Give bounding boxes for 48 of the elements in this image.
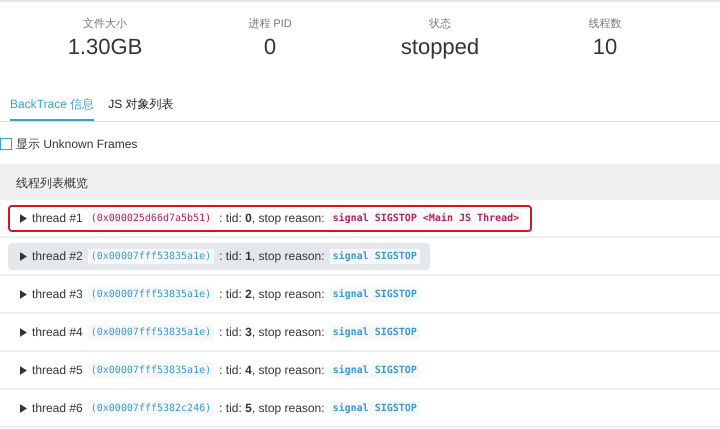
section-header: 线程列表概览 bbox=[0, 164, 720, 200]
thread-detail: : tid: 0, stop reason: bbox=[219, 211, 325, 225]
stat-value: stopped bbox=[400, 34, 480, 60]
expand-triangle-icon[interactable] bbox=[20, 214, 27, 222]
thread-item[interactable]: thread #5 (0x00007fff53835a1e) : tid: 4, stop reason: signal SIGSTOP bbox=[8, 356, 430, 384]
stat-value: 0 bbox=[264, 34, 276, 60]
thread-item[interactable]: thread #1 (0x000025d66d7a5b51) : tid: 0, stop reason: signal SIGSTOP <Main JS Thread> bbox=[8, 204, 532, 232]
stat-label: 线程数 bbox=[588, 17, 622, 31]
thread-name: thread #3 bbox=[32, 287, 83, 301]
thread-detail: : tid: 5, stop reason: bbox=[219, 401, 325, 415]
stat-value: 10 bbox=[592, 34, 618, 60]
thread-name: thread #4 bbox=[32, 325, 83, 339]
stop-reason: signal SIGSTOP bbox=[330, 248, 420, 264]
thread-address: (0x000025d66d7a5b51) bbox=[88, 210, 214, 226]
thread-detail: : tid: 1, stop reason: bbox=[219, 249, 325, 263]
stop-reason: signal SIGSTOP bbox=[330, 400, 420, 416]
thread-address: (0x00007fff53835a1e) bbox=[88, 248, 214, 264]
thread-address: (0x00007fff5382c246) bbox=[88, 400, 214, 416]
stop-reason: signal SIGSTOP bbox=[330, 286, 420, 302]
stat-label: 进程 PID bbox=[248, 17, 292, 31]
thread-address: (0x00007fff53835a1e) bbox=[88, 362, 214, 378]
thread-item[interactable]: thread #2 (0x00007fff53835a1e) : tid: 1, stop reason: signal SIGSTOP bbox=[8, 242, 430, 270]
thread-address: (0x00007fff53835a1e) bbox=[88, 324, 214, 340]
thread-detail: : tid: 4, stop reason: bbox=[219, 363, 325, 377]
stop-reason: signal SIGSTOP bbox=[330, 362, 420, 378]
expand-triangle-icon[interactable] bbox=[20, 366, 27, 374]
stop-reason: signal SIGSTOP bbox=[330, 324, 420, 340]
thread-name: thread #1 bbox=[32, 211, 83, 225]
thread-item[interactable]: thread #4 (0x00007fff53835a1e) : tid: 3, stop reason: signal SIGSTOP bbox=[8, 318, 430, 346]
expand-triangle-icon[interactable] bbox=[20, 328, 27, 336]
checkbox[interactable] bbox=[0, 138, 12, 150]
thread-name: thread #5 bbox=[32, 363, 83, 377]
expand-triangle-icon[interactable] bbox=[20, 252, 27, 260]
expand-triangle-icon[interactable] bbox=[20, 290, 27, 298]
stat-label: 状态 bbox=[429, 16, 451, 31]
thread-name: thread #6 bbox=[32, 401, 83, 415]
thread-name: thread #2 bbox=[32, 249, 83, 263]
thread-item[interactable]: thread #3 (0x00007fff53835a1e) : tid: 2, stop reason: signal SIGSTOP bbox=[8, 280, 430, 308]
thread-detail: : tid: 3, stop reason: bbox=[219, 325, 325, 339]
tab[interactable]: JS 对象列表 bbox=[108, 96, 174, 121]
expand-triangle-icon[interactable] bbox=[20, 404, 27, 412]
stop-reason: signal SIGSTOP <Main JS Thread> bbox=[330, 210, 522, 226]
stat-label: 文件大小 bbox=[83, 16, 127, 31]
checkbox-label[interactable]: 显示 Unknown Frames bbox=[16, 136, 138, 152]
thread-item[interactable]: thread #6 (0x00007fff5382c246) : tid: 5, stop reason: signal SIGSTOP bbox=[8, 394, 430, 422]
thread-detail: : tid: 2, stop reason: bbox=[219, 287, 325, 301]
stat-value: 1.30GB bbox=[68, 34, 142, 60]
thread-address: (0x00007fff53835a1e) bbox=[88, 286, 214, 302]
